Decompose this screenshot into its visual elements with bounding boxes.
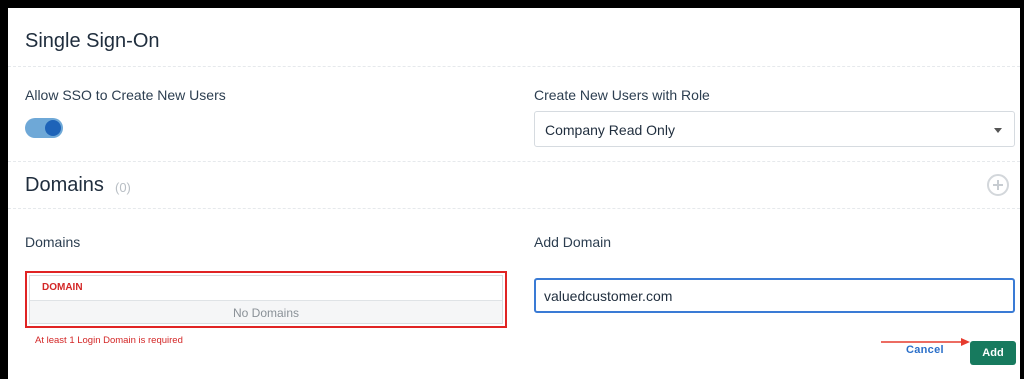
toggle-knob: [45, 120, 61, 136]
domains-heading: Domains: [25, 174, 104, 196]
cancel-button[interactable]: Cancel: [906, 344, 944, 356]
chevron-down-icon: [994, 128, 1002, 133]
allow-sso-label: Allow SSO to Create New Users: [25, 87, 226, 103]
role-label: Create New Users with Role: [534, 87, 710, 103]
table-header: DOMAIN: [30, 276, 502, 301]
domains-count: (0): [115, 180, 131, 195]
add-button[interactable]: Add: [970, 341, 1016, 365]
domain-error-message: At least 1 Login Domain is required: [35, 335, 183, 346]
domains-list-label: Domains: [25, 234, 81, 250]
domains-table: DOMAIN No Domains: [25, 271, 507, 328]
add-domain-input[interactable]: [534, 278, 1015, 313]
column-header-domain: DOMAIN: [42, 282, 83, 293]
role-select[interactable]: Company Read Only: [534, 111, 1015, 147]
divider: [8, 208, 1020, 209]
empty-state-row: No Domains: [30, 301, 502, 323]
role-select-value: Company Read Only: [545, 122, 675, 138]
domains-table-inner: DOMAIN No Domains: [29, 275, 503, 324]
divider: [8, 161, 1020, 162]
add-domain-label: Add Domain: [534, 234, 612, 250]
allow-sso-toggle[interactable]: [25, 118, 63, 138]
page-title: Single Sign-On: [25, 30, 160, 52]
circle-plus-icon[interactable]: [987, 174, 1009, 196]
sso-settings-panel: Single Sign-On Allow SSO to Create New U…: [8, 8, 1020, 379]
divider: [8, 66, 1020, 67]
